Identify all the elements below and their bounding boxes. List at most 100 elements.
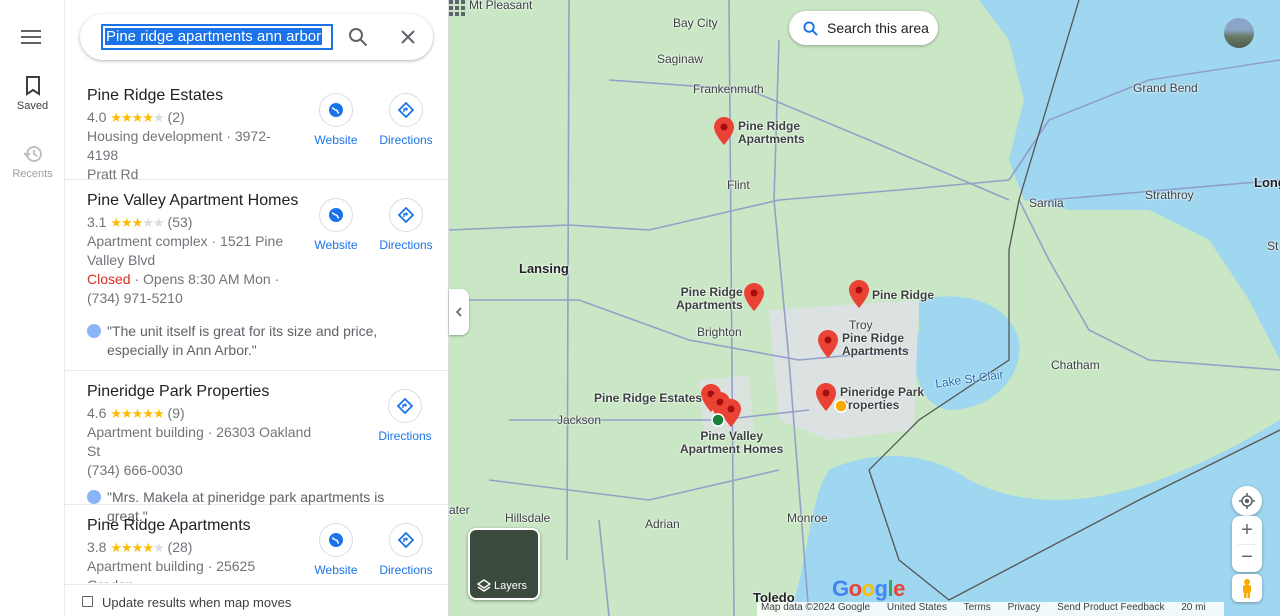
globe-icon [329, 533, 343, 547]
search-box: Pine ridge apartments ann arbor [80, 14, 433, 60]
privacy-link[interactable]: Privacy [1008, 602, 1041, 613]
result-name[interactable]: Pineridge Park Properties [87, 383, 307, 401]
website-button[interactable]: Website [304, 93, 368, 147]
zoom-in-button[interactable]: + [1232, 516, 1262, 544]
pin-label: Pine Ridge [872, 288, 935, 302]
map-pin[interactable] [816, 383, 836, 411]
website-label: Website [314, 133, 358, 147]
review-count: (9) [167, 405, 185, 421]
saved-label: Saved [16, 100, 49, 112]
result-review: "The unit itself is great for its size a… [87, 322, 427, 360]
rating-value: 4.0 [87, 109, 107, 125]
website-button[interactable]: Website [304, 198, 368, 252]
place-label: Frankenmuth [693, 82, 764, 96]
place-label: Mt Pleasant [469, 0, 533, 12]
place-label: Monroe [787, 511, 828, 525]
pin-dot-icon [834, 399, 848, 413]
globe-icon [329, 103, 343, 117]
result-name[interactable]: Pine Ridge Estates [87, 87, 307, 105]
place-label: Grand Bend [1133, 81, 1198, 95]
close-icon[interactable] [398, 27, 418, 47]
directions-label: Directions [378, 429, 432, 443]
account-avatar[interactable] [1224, 18, 1254, 48]
review-count: (53) [167, 214, 193, 230]
result-card[interactable]: Pineridge Park Properties 4.6 ★★★★★ (9) … [65, 371, 448, 524]
layers-button[interactable]: Layers [468, 528, 540, 600]
scale-label[interactable]: 20 mi [1181, 602, 1205, 613]
place-label: Adrian [645, 517, 680, 531]
result-phone: (734) 971-5210 [87, 290, 183, 306]
place-label: Strathroy [1145, 188, 1194, 202]
place-label: Hillsdale [505, 511, 551, 525]
directions-icon [398, 207, 414, 223]
place-label: Flint [727, 178, 750, 192]
place-label: Brighton [697, 325, 742, 339]
directions-icon [398, 532, 414, 548]
pin-label: Pine Ridge Apartments [842, 331, 909, 358]
zoom-out-button[interactable]: − [1232, 544, 1262, 572]
country-link[interactable]: United States [887, 602, 947, 613]
result-card[interactable]: Pine Valley Apartment Homes 3.1 ★★★★★ (5… [65, 180, 448, 371]
reviewer-avatar [87, 490, 101, 504]
feedback-link[interactable]: Send Product Feedback [1057, 602, 1164, 613]
update-results-label[interactable]: Update results when map moves [102, 595, 291, 610]
reviewer-avatar [87, 324, 101, 338]
street-view-pegman[interactable] [1232, 574, 1262, 602]
recents-button[interactable]: Recents [0, 144, 65, 180]
directions-button[interactable]: Directions [374, 198, 438, 252]
recents-label: Recents [12, 168, 53, 180]
map-pin[interactable] [818, 330, 838, 358]
directions-button[interactable]: Directions [373, 389, 437, 443]
saved-button[interactable]: Saved [0, 76, 65, 112]
result-rating-row: 4.0 ★★★★★ (2) [87, 109, 185, 125]
result-phone: (734) 666-0030 [87, 462, 183, 478]
result-card[interactable]: Pine Ridge Estates 4.0 ★★★★★ (2) Housing… [65, 75, 448, 182]
result-detail: Housing development · 3972-4198 [87, 128, 271, 163]
update-results-checkbox[interactable] [82, 596, 93, 607]
result-name[interactable]: Pine Valley Apartment Homes [87, 192, 307, 210]
result-card[interactable]: Pine Ridge Apartments 3.8 ★★★★★ (28) Apa… [65, 505, 448, 583]
map-pin[interactable] [714, 117, 734, 145]
my-location-button[interactable] [1232, 486, 1262, 516]
result-rating-row: 3.1 ★★★★★ (53) [87, 214, 193, 230]
terms-link[interactable]: Terms [964, 602, 991, 613]
search-icon[interactable] [348, 27, 368, 47]
result-detail: Apartment building · 26303 Oakland St [87, 424, 312, 459]
pin-label: Pine Ridge Estates [594, 391, 703, 405]
result-hours: Closed · Opens 8:30 AM Mon · [87, 270, 297, 289]
result-detail: Valley Blvd [87, 252, 156, 268]
place-label: Chatham [1051, 358, 1100, 372]
result-detail: Apartment building · 25625 Grodan [87, 558, 256, 583]
apps-grid-icon[interactable] [449, 0, 465, 16]
result-name[interactable]: Pine Ridge Apartments [87, 517, 307, 535]
result-rating-row: 3.8 ★★★★★ (28) [87, 539, 193, 555]
closed-status: Closed [87, 271, 131, 287]
map-canvas[interactable]: Search this area Mt Pleasant Bay City Sa… [449, 0, 1280, 616]
collapse-panel-button[interactable] [449, 289, 469, 335]
star-rating-icon: ★★★ [110, 215, 143, 230]
directions-button[interactable]: Directions [374, 93, 438, 147]
place-label: St [1267, 239, 1279, 253]
map-pin[interactable] [744, 283, 764, 311]
website-button[interactable]: Website [304, 523, 368, 577]
menu-icon[interactable] [21, 30, 41, 46]
result-rating-row: 4.6 ★★★★★ (9) [87, 404, 297, 423]
search-input[interactable]: Pine ridge apartments ann arbor [101, 24, 333, 50]
directions-button[interactable]: Directions [374, 523, 438, 577]
directions-label: Directions [379, 563, 433, 577]
map-pin[interactable] [849, 280, 869, 308]
search-this-area-button[interactable]: Search this area [789, 11, 938, 45]
pin-label: Pine Ridge Apartments [676, 285, 743, 312]
layers-icon [477, 579, 491, 592]
directions-label: Directions [379, 238, 433, 252]
directions-icon [398, 102, 414, 118]
directions-label: Directions [379, 133, 433, 147]
bookmark-icon [25, 76, 40, 96]
map-attribution: Map data ©2024 Google United States Term… [757, 602, 1224, 616]
place-label: Bay City [673, 16, 718, 30]
star-rating-icon: ★★★★ [110, 110, 154, 125]
search-icon [803, 21, 818, 36]
directions-icon [397, 398, 413, 414]
website-label: Website [314, 563, 358, 577]
pin-label: Pine Ridge Apartments [738, 119, 805, 146]
